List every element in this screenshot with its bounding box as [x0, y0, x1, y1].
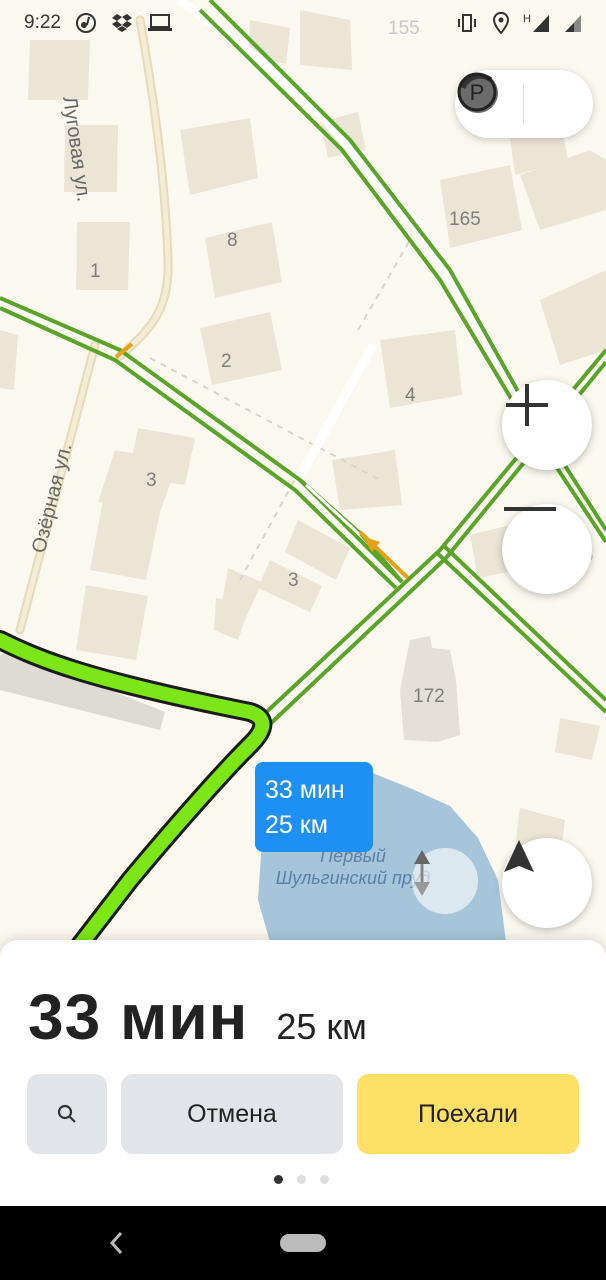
building-number: 172	[413, 686, 445, 707]
system-nav-bar	[0, 1206, 606, 1280]
pill-divider	[523, 84, 525, 124]
building-number: 8	[227, 230, 238, 251]
route-bubble-distance: 25 км	[265, 811, 328, 839]
location-icon	[493, 12, 510, 34]
page-dot	[274, 1175, 283, 1184]
building-number: 2	[221, 351, 232, 372]
cellular-icon	[533, 15, 549, 32]
search-icon	[57, 1104, 76, 1123]
battery-signal-icon	[565, 15, 581, 32]
home-pill[interactable]	[280, 1234, 326, 1252]
vibrate-icon	[458, 14, 477, 32]
cancel-button[interactable]: Отмена	[121, 1074, 343, 1154]
search-button[interactable]	[27, 1074, 107, 1154]
building-number: 3	[288, 570, 299, 591]
zoom-in-button[interactable]	[502, 380, 592, 470]
back-icon[interactable]	[108, 1230, 126, 1256]
status-time: 9:22	[24, 12, 61, 33]
eta-distance: 25 км	[276, 1006, 367, 1047]
parking-label: P	[470, 80, 485, 105]
compass-icon	[414, 850, 430, 896]
compass-button[interactable]	[412, 848, 478, 914]
page-dot	[320, 1175, 329, 1184]
eta-time: 33 мин	[28, 981, 249, 1053]
map-layers-control: P	[455, 70, 593, 138]
locate-me-button[interactable]	[502, 838, 592, 928]
laptop-icon	[147, 14, 172, 31]
go-button[interactable]: Поехали	[357, 1074, 579, 1154]
navigation-arrow-icon	[504, 840, 534, 872]
building-number: 3	[146, 470, 157, 491]
page-dot	[297, 1175, 306, 1184]
minus-icon	[504, 507, 556, 511]
status-bar: 9:22 H	[0, 0, 606, 46]
route-summary: 33 мин 25 км	[28, 980, 367, 1054]
signal-type-label: H	[523, 13, 531, 25]
map-view[interactable]: Луговая ул. Озёрная ул. 155 165 8 1 2 4 …	[0, 0, 606, 960]
route-bubble-time: 33 мин	[265, 776, 345, 804]
plus-icon	[506, 384, 548, 426]
building-number: 1	[90, 261, 101, 282]
signal-icon: H	[523, 13, 550, 33]
music-note-icon	[75, 13, 96, 33]
route-info-bubble[interactable]: 33 мин 25 км	[255, 762, 373, 852]
route-panel: 33 мин 25 км Отмена Поехали	[0, 940, 606, 1206]
dropbox-icon	[111, 14, 132, 32]
building-number: 4	[405, 385, 416, 406]
building-number: 165	[449, 209, 481, 230]
zoom-out-button[interactable]	[502, 504, 592, 594]
page-indicator	[274, 1175, 329, 1184]
